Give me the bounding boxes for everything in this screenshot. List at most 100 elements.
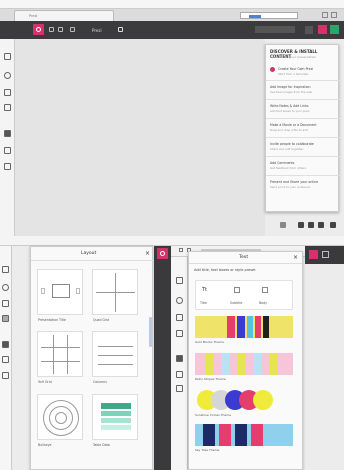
grid-icon[interactable] <box>2 315 9 322</box>
title-style-sample[interactable]: Tt <box>202 287 207 293</box>
cloud-icon[interactable] <box>2 372 9 379</box>
topic-icon[interactable] <box>176 297 183 304</box>
style-preset[interactable] <box>195 389 293 411</box>
present-button[interactable] <box>318 25 327 34</box>
close-icon[interactable]: × <box>293 254 298 261</box>
browser-tab-label: Prezi <box>29 14 38 18</box>
star-icon[interactable] <box>2 300 9 307</box>
panel-item-2[interactable]: Write Notes & Add Links <box>270 104 309 108</box>
layout-panel-header: Layout × <box>31 247 154 261</box>
panel-item-0-sub: Start from a template <box>278 72 309 76</box>
layout-thumb-label: Bullseye <box>38 443 52 447</box>
scrollbar[interactable] <box>149 317 152 347</box>
panel-item-4[interactable]: Invite people to collaborate <box>270 142 314 146</box>
style-preset[interactable] <box>195 353 293 375</box>
rule-line <box>98 355 133 356</box>
preset-label: Sunshine Circles Theme <box>195 413 231 417</box>
edit-icon[interactable] <box>118 27 123 32</box>
present-button[interactable] <box>309 250 318 259</box>
settings-icon[interactable] <box>305 26 313 34</box>
address-highlight <box>249 14 261 18</box>
ring-shape <box>55 412 67 424</box>
rule-line <box>98 346 133 347</box>
address-bar[interactable] <box>240 12 298 19</box>
bottom-screenshot: Layout × Presentation Title Quad Grid 9x… <box>0 236 344 470</box>
media-icon[interactable] <box>176 371 183 378</box>
body-style-icon[interactable] <box>262 287 268 293</box>
canvas-area[interactable] <box>15 39 265 236</box>
star-icon[interactable] <box>176 314 183 321</box>
grid-line <box>67 335 68 374</box>
layout-icon[interactable] <box>176 277 183 284</box>
layout-thumb[interactable] <box>37 269 83 315</box>
layout-icon[interactable] <box>2 266 9 273</box>
panel-item-1[interactable]: Add Image for Inspiration <box>270 85 310 89</box>
app-title[interactable]: Prezi <box>92 28 102 33</box>
discover-panel: DISCOVER & INSTALL CONTENT Add more to y… <box>265 44 340 212</box>
grid-icon[interactable] <box>176 330 183 337</box>
cloud-icon[interactable] <box>176 385 183 392</box>
layout-thumb-label: 9x9 Grid <box>38 380 52 384</box>
style-label: Subtitle <box>230 301 243 305</box>
media-icon[interactable] <box>4 147 11 154</box>
redo-icon[interactable] <box>58 27 63 32</box>
panel-item-5[interactable]: Add Comments <box>270 161 294 165</box>
style-preset[interactable] <box>195 424 293 446</box>
text-panel: Text × Add title, text boxes or style pr… <box>188 251 303 470</box>
home-icon[interactable] <box>318 222 324 228</box>
menu-icon[interactable] <box>331 12 337 18</box>
layout-thumb-label: Table Data <box>93 443 110 447</box>
layout-thumb-label: Columns <box>93 380 107 384</box>
table-row-shape <box>101 425 131 430</box>
star-icon[interactable] <box>4 89 11 96</box>
topic-icon[interactable] <box>4 72 11 79</box>
extension-icon[interactable] <box>322 12 328 18</box>
layout-thumb[interactable] <box>92 269 138 315</box>
undo-icon[interactable] <box>49 27 54 32</box>
layout-thumb[interactable] <box>37 394 83 440</box>
app-dark-strip <box>154 246 171 470</box>
layout-panel-title: Layout <box>81 251 97 256</box>
settings-icon[interactable] <box>322 251 329 258</box>
style-preset[interactable] <box>195 316 293 338</box>
table-row-shape <box>101 418 131 423</box>
cloud-icon[interactable] <box>4 163 11 170</box>
fullscreen-icon[interactable] <box>330 222 336 228</box>
prezi-logo-icon[interactable] <box>157 248 168 259</box>
layout-panel: Layout × Presentation Title Quad Grid 9x… <box>30 246 154 470</box>
image-icon[interactable] <box>2 341 9 348</box>
hand-icon[interactable] <box>280 222 286 228</box>
browser-titlebar <box>0 236 344 246</box>
layout-thumb[interactable] <box>37 331 83 377</box>
back-icon[interactable] <box>179 248 183 252</box>
image-icon[interactable] <box>176 355 183 362</box>
zoom-controls <box>280 220 340 230</box>
layout-thumb[interactable] <box>92 394 138 440</box>
panel-item-4-sub: Share and edit together <box>270 147 304 151</box>
panel-subtitle: Add more to your presentation <box>270 55 317 59</box>
prezi-logo-icon[interactable] <box>33 24 44 35</box>
media-icon[interactable] <box>2 356 9 363</box>
zoom-out-icon[interactable] <box>298 222 304 228</box>
left-toolbar <box>0 246 12 470</box>
browser-tab[interactable]: Prezi <box>14 10 114 21</box>
grid-icon[interactable] <box>4 104 11 111</box>
topic-icon[interactable] <box>2 284 9 291</box>
layout-icon[interactable] <box>4 53 11 60</box>
zoom-in-icon[interactable] <box>308 222 314 228</box>
preset-label: Gold Blocks Theme <box>195 340 224 344</box>
text-style-row: Tt Title Subtitle Body <box>195 280 293 310</box>
image-icon[interactable] <box>4 130 11 137</box>
share-box[interactable] <box>255 26 295 33</box>
side-frame-shape <box>41 288 45 294</box>
rule-line <box>98 364 133 365</box>
grid-line <box>41 347 80 348</box>
panel-item-6[interactable]: Present and Share your online <box>270 180 318 184</box>
grid-line <box>53 335 54 374</box>
layout-thumb[interactable] <box>92 331 138 377</box>
close-icon[interactable]: × <box>145 250 150 257</box>
subtitle-style-icon[interactable] <box>234 287 240 293</box>
panel-item-0[interactable]: Create Your Own Prezi <box>278 67 313 71</box>
panel-item-3[interactable]: Make a Movie or a Document <box>270 123 317 127</box>
frame-icon[interactable] <box>70 27 75 32</box>
